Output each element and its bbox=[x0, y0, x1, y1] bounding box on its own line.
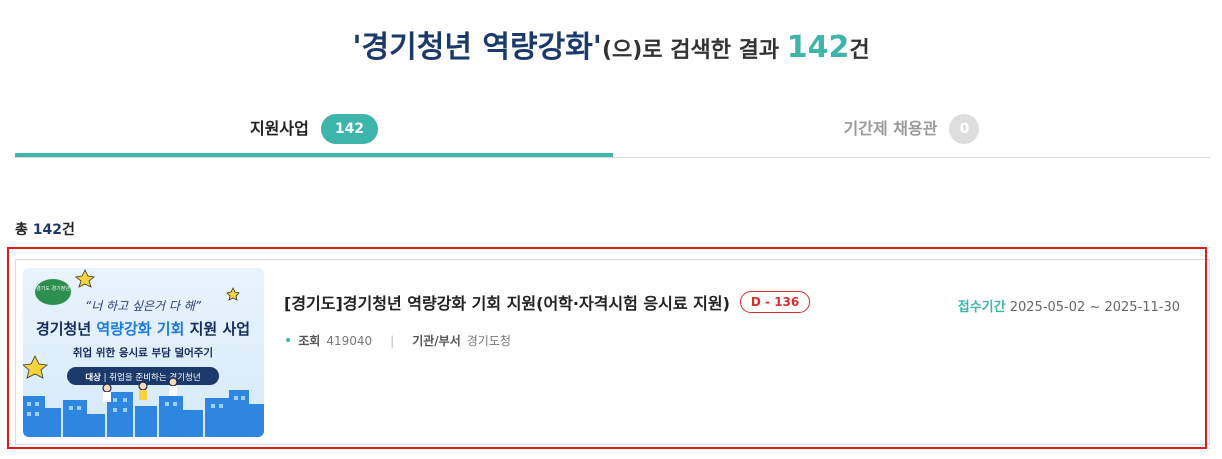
period-value: 2025-05-02 ~ 2025-11-30 bbox=[1009, 300, 1180, 315]
search-result-suffix: (으)로 검색한 결과 bbox=[601, 38, 787, 63]
application-period: 접수기간 2025-05-02 ~ 2025-11-30 bbox=[958, 296, 1180, 315]
tab-temporary-jobs-count: 0 bbox=[949, 114, 980, 144]
tab-support-programs[interactable]: 지원사업 142 bbox=[15, 112, 613, 157]
thumb-title-c: 지원 사업 bbox=[184, 320, 250, 338]
thumb-target-label: 대상 bbox=[85, 372, 101, 383]
meta-divider: | bbox=[390, 333, 395, 348]
tab-support-programs-label: 지원사업 bbox=[249, 119, 309, 138]
thumb-target-value: 취업을 준비하는 경기청년 bbox=[109, 372, 200, 383]
dept-value: 경기도청 bbox=[466, 334, 511, 348]
tab-temporary-jobs-label: 기간제 채용관 bbox=[843, 119, 938, 138]
thumb-subtitle: 취업 위한 응시료 부담 덜어주기 bbox=[73, 346, 213, 359]
total-unit: 건 bbox=[62, 222, 75, 238]
thumb-quote: “너 하고 싶은거 다 해” bbox=[85, 299, 202, 313]
bullet-icon: • bbox=[284, 332, 293, 349]
svg-text:대상 | 취업을 준비하는 경기청년: 대상 | 취업을 준비하는 경기청년 bbox=[85, 372, 200, 383]
search-result-headline: '경기청년 역량강화'(으)로 검색한 결과 142건 bbox=[0, 22, 1222, 66]
thumb-title-a: 경기청년 bbox=[36, 320, 96, 338]
search-result-unit: 건 bbox=[849, 38, 870, 63]
period-label: 접수기간 bbox=[957, 300, 1006, 315]
search-result-count: 142 bbox=[786, 30, 850, 65]
views-value: 419040 bbox=[326, 333, 373, 348]
thumb-logo-text: 경기도 경기청년 bbox=[36, 285, 70, 292]
tab-temporary-jobs[interactable]: 기간제 채용관 0 bbox=[613, 112, 1210, 157]
svg-text:경기청년 역량강화 기회 지원 사업: 경기청년 역량강화 기회 지원 사업 bbox=[36, 320, 250, 338]
result-title-link[interactable]: [경기도]경기청년 역량강화 기회 지원(어학·자격시험 응시료 지원) bbox=[284, 290, 730, 314]
thumb-title-b: 역량강화 기회 bbox=[96, 320, 184, 338]
search-query: '경기청년 역량강화' bbox=[352, 30, 602, 65]
dept-label: 기관/부서 bbox=[412, 334, 461, 348]
result-meta: • 조회 419040 | 기관/부서 경기도청 bbox=[284, 332, 511, 349]
total-count: 총 142건 bbox=[15, 219, 75, 239]
total-number: 142 bbox=[32, 222, 62, 238]
total-prefix: 총 bbox=[15, 222, 33, 238]
result-thumbnail[interactable]: 경기도 경기청년 “너 하고 싶은거 다 해” 경기청년 역량강화 기회 지원 … bbox=[23, 268, 264, 437]
tab-support-programs-count: 142 bbox=[320, 114, 379, 144]
result-tabs: 지원사업 142 기간제 채용관 0 bbox=[15, 112, 1210, 158]
views-label: 조회 bbox=[298, 334, 321, 348]
result-title-row: [경기도]경기청년 역량강화 기회 지원(어학·자격시험 응시료 지원) D -… bbox=[284, 290, 811, 314]
dday-badge: D - 136 bbox=[739, 291, 811, 313]
